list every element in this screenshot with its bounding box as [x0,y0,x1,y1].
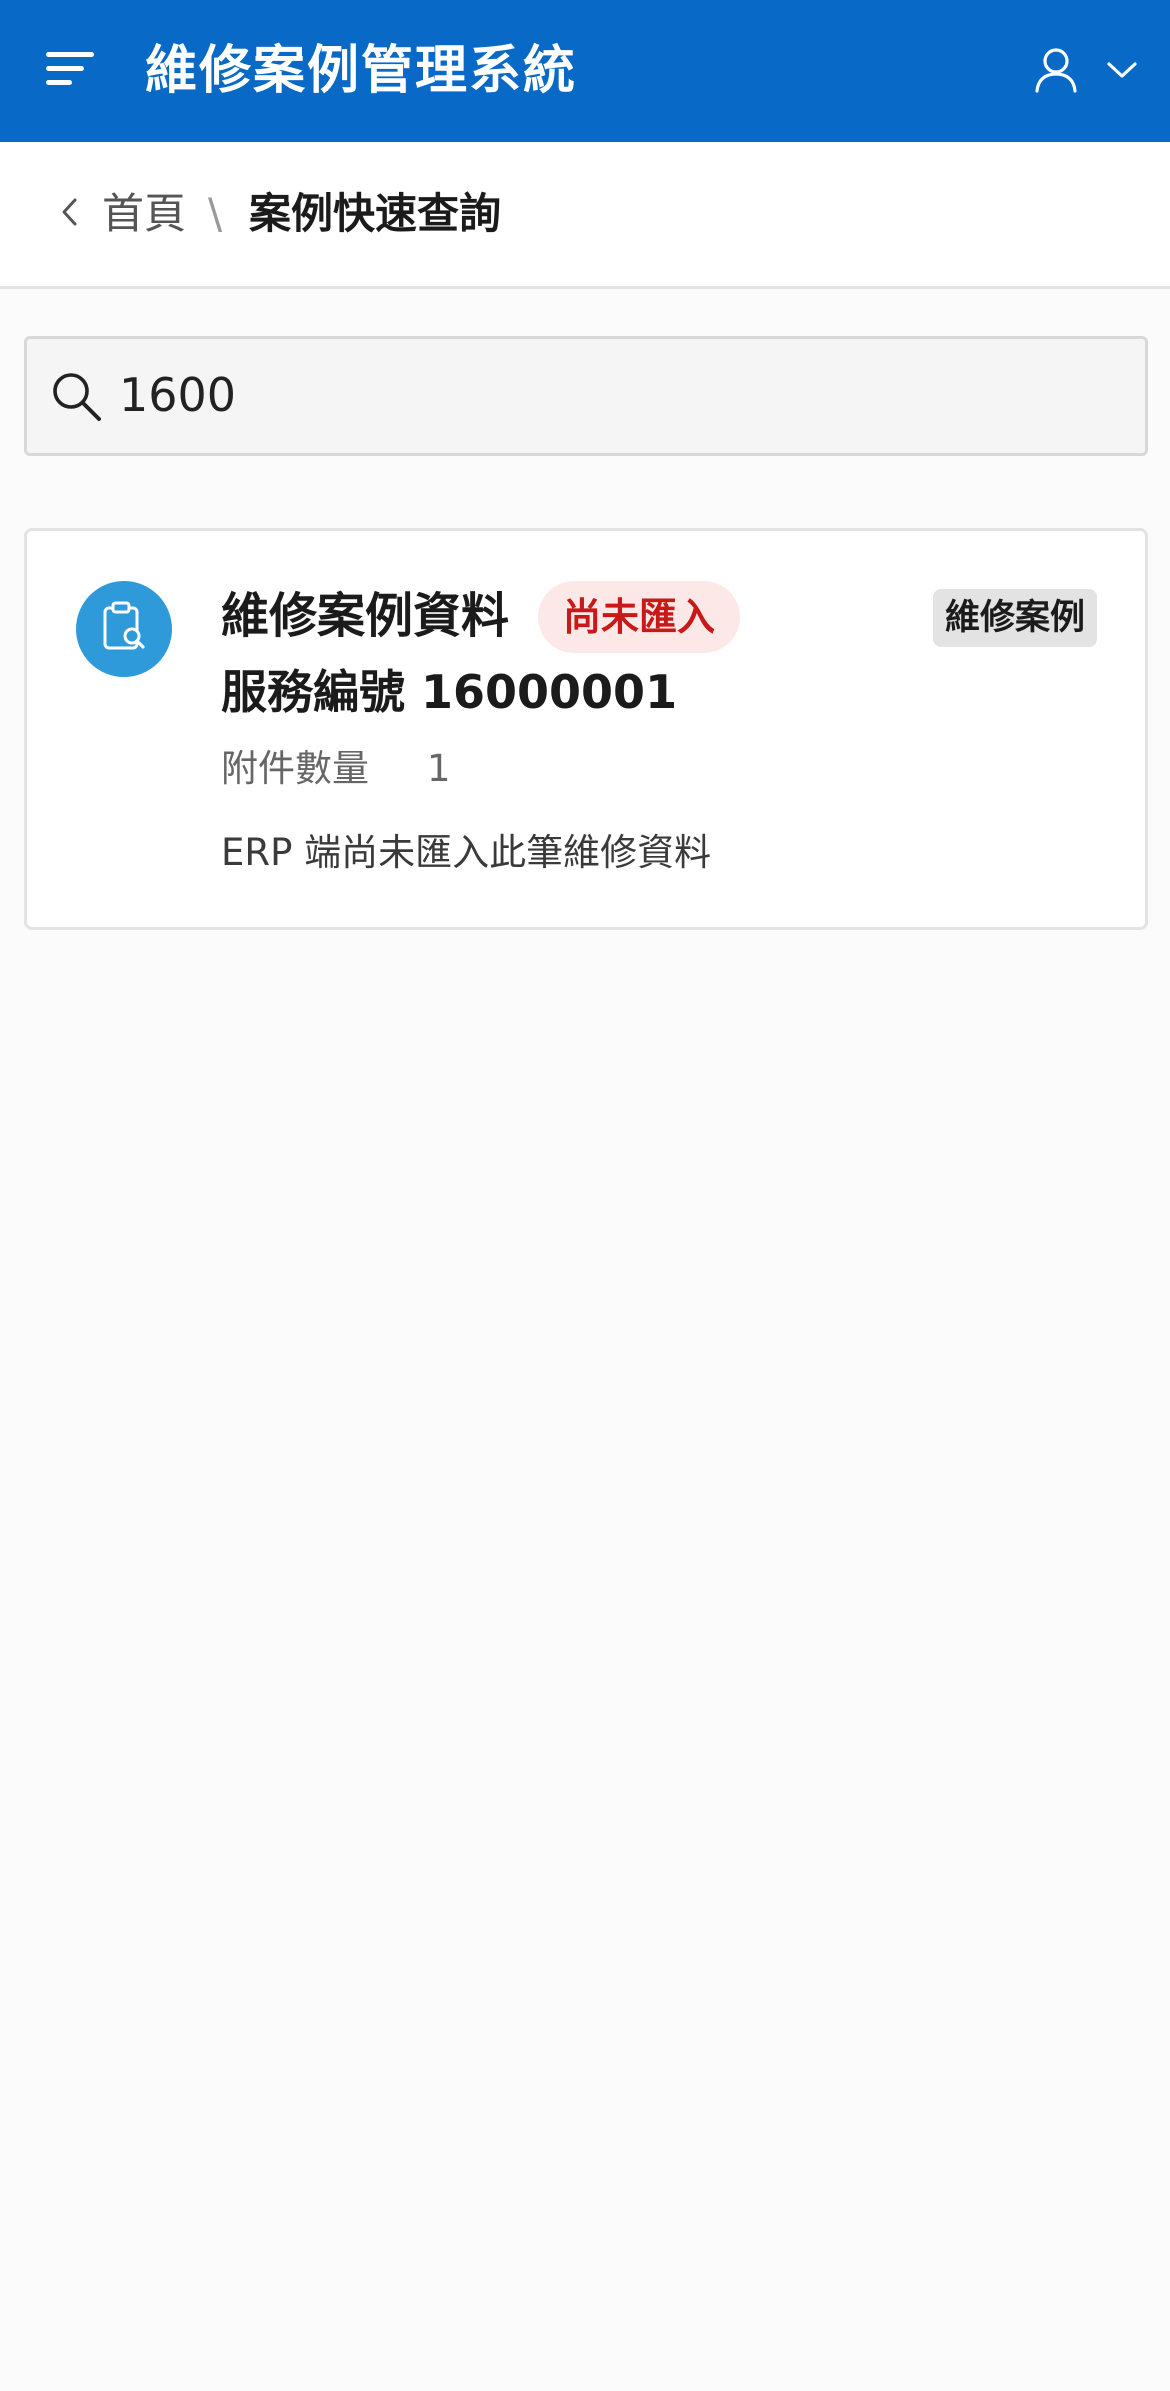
app-title: 維修案例管理系統 [145,41,578,101]
menu-button[interactable] [36,36,106,106]
chevron-left-icon [60,197,80,231]
search-icon [49,369,105,425]
breadcrumb-separator: \ [208,189,223,238]
chevron-down-icon [1106,60,1138,84]
clipboard-search-icon [99,600,149,658]
search-box[interactable] [24,336,1148,456]
status-badge: 尚未匯入 [538,581,741,653]
card-title: 維修案例資料 [221,588,510,644]
breadcrumb-current-page: 案例快速查詢 [249,189,502,238]
card-avatar [76,581,172,677]
type-tag: 維修案例 [932,589,1097,647]
back-button[interactable] [50,188,90,240]
card-note: ERP 端尚未匯入此筆維修資料 [221,831,712,874]
breadcrumb-home-link[interactable]: 首頁 [102,186,186,242]
breadcrumb: 首頁 \ 案例快速查詢 [0,142,1170,289]
user-icon [1034,47,1078,97]
search-input[interactable] [119,357,1119,433]
user-menu-button[interactable] [1034,40,1138,104]
app-header: 維修案例管理系統 [0,0,1170,142]
service-number: 服務編號 16000001 [221,665,678,719]
menu-icon [46,49,96,93]
attachment-count-value: 1 [427,747,451,790]
result-card[interactable]: 維修案例資料 尚未匯入 維修案例 服務編號 16000001 附件數量 1 ER… [24,528,1148,930]
attachment-count-label: 附件數量 [221,747,369,790]
